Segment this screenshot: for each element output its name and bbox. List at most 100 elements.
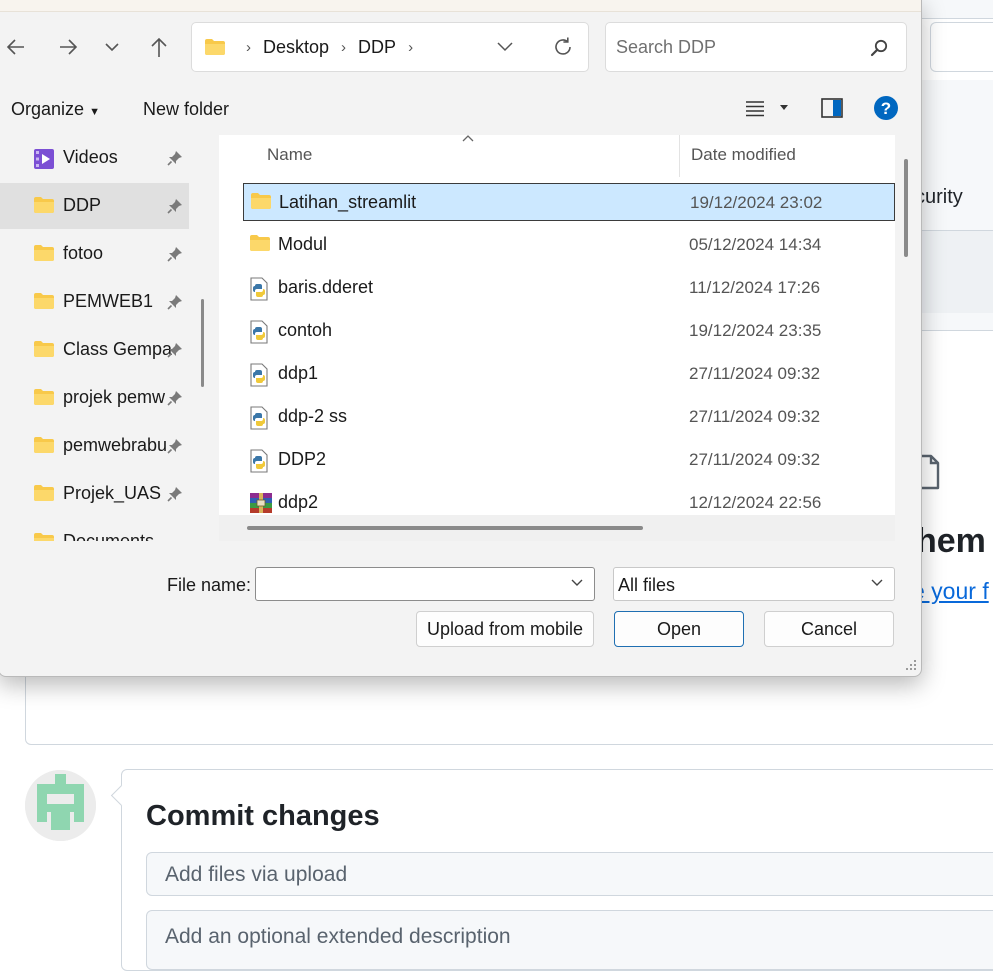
caret-down-icon: ▼ xyxy=(89,106,100,118)
search-box[interactable]: Search DDP xyxy=(605,22,907,72)
file-row[interactable]: Latihan_streamlit 19/12/2024 23:02 xyxy=(243,183,895,221)
folder-icon xyxy=(205,39,225,55)
folder-icon xyxy=(33,484,55,507)
search-icon[interactable] xyxy=(870,39,888,57)
sidebar-item-class-gempa[interactable]: Class Gempa xyxy=(0,327,189,373)
file-type-select[interactable]: All files xyxy=(613,567,895,601)
refresh-icon[interactable] xyxy=(552,36,574,58)
choose-files-link[interactable]: e your f xyxy=(912,578,989,605)
arrow-left-icon xyxy=(6,39,24,55)
file-date-modified: 19/12/2024 23:35 xyxy=(689,321,822,340)
pin-icon xyxy=(167,438,183,459)
back-button[interactable] xyxy=(1,29,31,65)
file-row[interactable]: ddp1 27/11/2024 09:32 xyxy=(243,355,895,393)
sidebar-item-fotoo[interactable]: fotoo xyxy=(0,231,189,277)
folder-icon xyxy=(33,196,55,219)
file-row[interactable]: Modul 05/12/2024 14:34 xyxy=(243,226,895,264)
organize-label: Organize xyxy=(11,99,85,119)
sidebar-item-documents[interactable]: Documents xyxy=(0,519,189,541)
file-row[interactable]: ddp-2 ss 27/11/2024 09:32 xyxy=(243,398,895,436)
file-name: DDP2 xyxy=(278,449,327,469)
preview-pane-icon[interactable] xyxy=(821,98,843,118)
sidebar-item-label: Videos xyxy=(63,147,118,167)
address-bar[interactable]: › Desktop › DDP › xyxy=(191,22,589,72)
column-header-date-modified[interactable]: Date modified xyxy=(691,145,796,165)
file-row[interactable]: baris.dderet 11/12/2024 17:26 xyxy=(243,269,895,307)
cancel-button[interactable]: Cancel xyxy=(764,611,894,647)
video-folder-icon xyxy=(33,148,55,175)
file-type-value: All files xyxy=(618,575,676,595)
breadcrumb-ddp[interactable]: DDP xyxy=(358,37,396,58)
security-tab[interactable]: curity xyxy=(915,186,963,209)
breadcrumb-separator-icon: › xyxy=(246,39,251,56)
sidebar-item-label: pemwebrabu xyxy=(63,435,168,455)
chevron-down-icon[interactable] xyxy=(496,39,514,53)
breadcrumb-desktop[interactable]: Desktop xyxy=(263,37,329,58)
avatar xyxy=(25,770,96,841)
sidebar-item-projek-pemw[interactable]: projek pemw xyxy=(0,375,189,421)
forward-button[interactable] xyxy=(53,29,83,65)
sidebar-item-ddp[interactable]: DDP xyxy=(0,183,189,229)
python-file-icon xyxy=(249,277,269,306)
file-name: ddp2 xyxy=(278,492,319,512)
sidebar-item-label: fotoo xyxy=(63,243,104,263)
sidebar-item-label: Documents xyxy=(63,531,155,541)
dialog-toolbar: Organize ▼ New folder ? xyxy=(0,85,921,133)
list-view-icon[interactable] xyxy=(745,100,765,118)
file-name: Latihan_streamlit xyxy=(279,192,417,212)
file-name: contoh xyxy=(278,320,333,340)
sidebar-item-videos[interactable]: Videos xyxy=(0,135,189,181)
folder-icon xyxy=(33,340,55,363)
open-button[interactable]: Open xyxy=(614,611,744,647)
breadcrumb: › Desktop › DDP › xyxy=(234,37,425,58)
file-date-modified: 27/11/2024 09:32 xyxy=(689,364,821,383)
recent-locations-button[interactable] xyxy=(97,29,127,65)
commit-summary-input[interactable]: Add files via upload xyxy=(146,852,993,896)
file-date-modified: 19/12/2024 23:02 xyxy=(690,193,823,212)
breadcrumb-separator-icon: › xyxy=(408,39,414,56)
pin-icon xyxy=(167,150,183,171)
column-header-name[interactable]: Name xyxy=(267,145,312,165)
pin-icon xyxy=(167,198,183,219)
upload-from-mobile-button[interactable]: Upload from mobile xyxy=(416,611,594,647)
search-input[interactable]: Search DDP xyxy=(616,37,716,58)
file-name-input[interactable] xyxy=(255,567,595,601)
file-row[interactable]: contoh 19/12/2024 23:35 xyxy=(243,312,895,350)
help-icon[interactable]: ? xyxy=(873,95,899,121)
sidebar-item-pemwebrabu[interactable]: pemwebrabu xyxy=(0,423,189,469)
sidebar-item-label: DDP xyxy=(63,195,102,215)
folder-icon xyxy=(33,244,55,267)
drop-heading: hem xyxy=(916,522,986,560)
organize-button[interactable]: Organize ▼ xyxy=(11,99,100,120)
python-file-icon xyxy=(249,449,269,478)
vertical-scrollbar[interactable] xyxy=(904,159,908,257)
file-name: Modul xyxy=(278,234,328,254)
commit-description-input[interactable]: Add an optional extended description xyxy=(146,910,993,970)
svg-text:?: ? xyxy=(881,99,891,118)
file-date-modified: 05/12/2024 14:34 xyxy=(689,235,822,254)
new-folder-button[interactable]: New folder xyxy=(143,99,229,120)
sidebar-scrollbar[interactable] xyxy=(201,299,204,387)
sidebar-item-pemweb1[interactable]: PEMWEB1 xyxy=(0,279,189,325)
page-top-input[interactable] xyxy=(930,22,993,72)
file-date-modified: 11/12/2024 17:26 xyxy=(689,278,821,297)
sidebar-item-label: Projek_UAS xyxy=(63,483,162,503)
file-name: ddp-2 ss xyxy=(278,406,348,426)
pin-icon xyxy=(167,342,183,363)
caret-down-icon[interactable] xyxy=(779,104,789,112)
pin-icon xyxy=(167,390,183,411)
chevron-down-icon xyxy=(105,43,119,52)
resize-grip-icon[interactable] xyxy=(905,659,917,671)
folder-icon xyxy=(250,192,272,215)
horizontal-scrollbar[interactable] xyxy=(247,526,643,530)
file-row[interactable]: DDP2 27/11/2024 09:32 xyxy=(243,441,895,479)
page-header-strip xyxy=(920,0,993,19)
file-date-modified: 12/12/2024 22:56 xyxy=(689,493,822,512)
chevron-down-icon[interactable] xyxy=(570,578,584,588)
breadcrumb-separator-icon: › xyxy=(341,39,347,56)
column-divider[interactable] xyxy=(679,135,680,177)
navigation-pane: Videos DDP fotoo PEMWEB1 Class Gempa projek p… xyxy=(0,135,217,541)
up-button[interactable] xyxy=(144,29,174,65)
sidebar-item-projek-uas[interactable]: Projek_UAS xyxy=(0,471,189,517)
pin-icon xyxy=(167,294,183,315)
